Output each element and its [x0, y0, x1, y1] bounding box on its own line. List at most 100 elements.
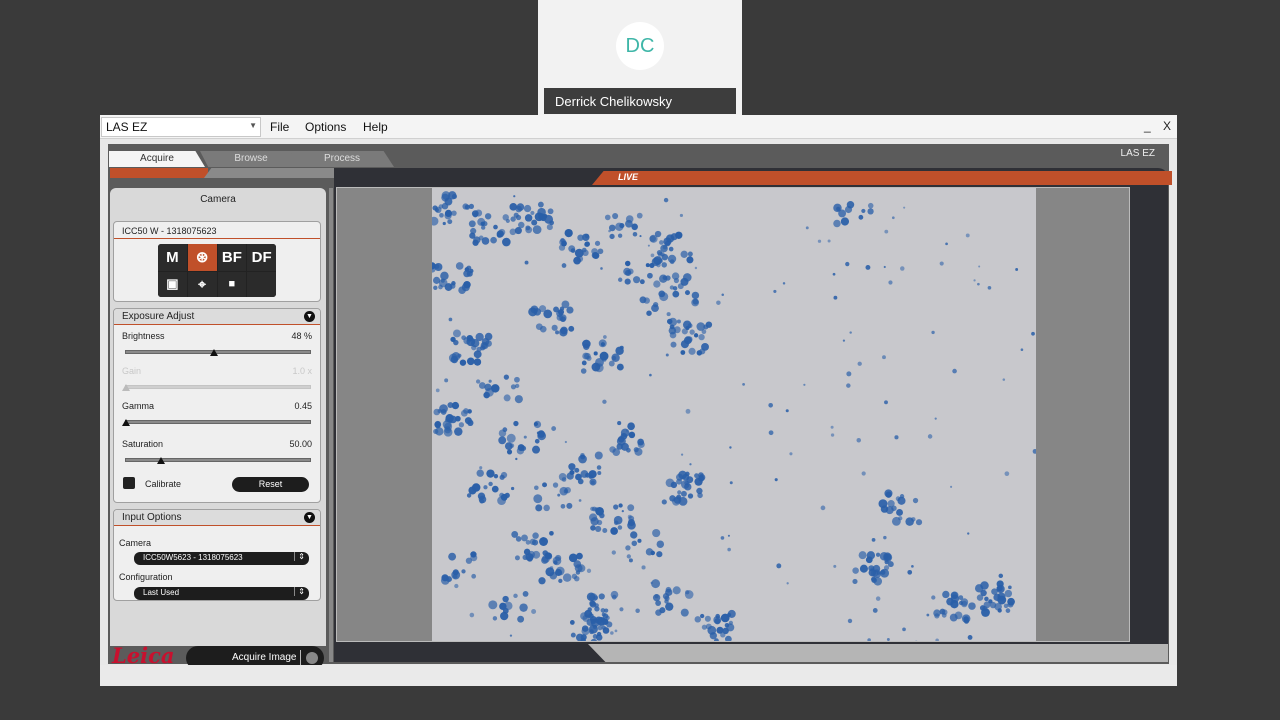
live-view[interactable]	[336, 187, 1130, 642]
minimize-button[interactable]: _	[1144, 119, 1151, 133]
stain-dot	[845, 261, 850, 267]
exposure-adjust-header[interactable]: Exposure Adjust ▼	[114, 309, 320, 325]
stain-dot	[680, 453, 684, 456]
saturation-slider[interactable]	[125, 458, 311, 462]
stain-dot	[980, 581, 989, 590]
stain-dot	[592, 252, 600, 259]
menu-file[interactable]: File	[270, 120, 289, 134]
stain-dot	[716, 300, 721, 305]
stain-dot	[612, 213, 619, 220]
stain-dot	[534, 438, 540, 444]
mode-m-button[interactable]: M	[158, 244, 187, 271]
stain-dot	[891, 516, 901, 526]
stain-dot	[789, 452, 793, 456]
tab-acquire[interactable]: Acquire	[109, 151, 205, 167]
stain-dot	[977, 282, 980, 286]
stain-dot	[498, 436, 507, 445]
mode-bf-button[interactable]: BF	[217, 244, 247, 271]
stain-dot	[915, 519, 923, 526]
stain-dot	[989, 601, 997, 609]
reset-button[interactable]: Reset	[232, 477, 309, 492]
panel-splitter[interactable]	[329, 188, 333, 662]
stain-dot	[773, 289, 777, 294]
stain-dot	[564, 440, 567, 444]
saturation-label: Saturation	[122, 439, 164, 449]
stain-dot	[559, 306, 565, 311]
gamma-slider[interactable]	[125, 420, 311, 424]
stain-dot	[580, 454, 586, 460]
collapse-icon[interactable]: ▼	[304, 311, 315, 322]
menu-options[interactable]: Options	[305, 120, 346, 134]
mode-df-button[interactable]: DF	[247, 244, 276, 271]
stain-dot	[639, 279, 645, 285]
stain-dot	[471, 573, 477, 579]
stain-dot	[626, 554, 631, 559]
stain-dot	[669, 259, 675, 265]
stain-dot	[468, 220, 476, 228]
stain-dot	[613, 504, 619, 510]
stain-dot	[713, 616, 722, 624]
saturation-slider-thumb[interactable]	[157, 457, 165, 464]
stain-dot	[521, 534, 528, 542]
stain-dot	[564, 228, 573, 238]
brightness-value: 48 %	[291, 331, 312, 341]
stain-dot	[685, 471, 690, 477]
stain-dot	[685, 325, 690, 331]
stain-dot	[491, 485, 499, 493]
stain-dot	[569, 620, 575, 625]
stain-dot	[576, 552, 583, 560]
aperture-button[interactable]: ⊛	[187, 244, 217, 271]
stain-dot	[524, 260, 529, 265]
stain-dot	[686, 256, 694, 264]
stain-dot	[867, 202, 874, 209]
stain-dot	[471, 344, 477, 351]
stain-dot	[934, 613, 940, 619]
stain-dot	[485, 340, 492, 347]
gamma-slider-thumb[interactable]	[122, 419, 130, 426]
stain-dot	[907, 569, 913, 575]
stain-dot	[616, 363, 624, 371]
stain-dot	[696, 487, 703, 495]
stain-dot	[693, 333, 699, 338]
tab-browse[interactable]: Browse	[200, 151, 302, 167]
camera-select-value: ICC50W5623 - 1318075623	[143, 553, 243, 562]
stain-dot	[441, 202, 449, 210]
stain-dot	[997, 608, 1002, 613]
app-select[interactable]: LAS EZ ▼	[101, 117, 261, 137]
stain-dot	[665, 602, 674, 611]
stain-dot	[677, 490, 682, 495]
calibrate-checkbox[interactable]	[123, 477, 135, 489]
stain-dot	[513, 593, 518, 599]
close-button[interactable]: X	[1163, 119, 1171, 133]
menu-help[interactable]: Help	[363, 120, 388, 134]
stain-dot	[720, 613, 730, 623]
stain-dot	[662, 593, 670, 600]
stain-dot	[500, 493, 508, 501]
stain-dot	[500, 611, 509, 621]
stain-dot	[785, 409, 789, 413]
stain-dot	[568, 463, 576, 471]
input-options-header[interactable]: Input Options ▼	[114, 510, 320, 526]
configuration-select[interactable]: Last Used ⇕	[134, 587, 309, 600]
stain-dot	[509, 202, 518, 211]
stain-dot	[611, 550, 616, 555]
stain-dot	[1007, 597, 1015, 606]
stain-dot	[533, 421, 539, 427]
crosshair-icon[interactable]: ⌖	[187, 271, 217, 297]
brand-label: LAS EZ	[1120, 148, 1155, 159]
stain-dot	[582, 233, 590, 242]
stain-dot	[490, 236, 497, 244]
collapse-icon[interactable]: ▼	[304, 512, 315, 523]
video-camera-icon[interactable]: ■	[217, 271, 247, 297]
exposure-icon[interactable]: ▣	[158, 271, 187, 297]
exposure-adjust-title: Exposure Adjust	[122, 311, 195, 322]
stain-dot	[589, 513, 598, 522]
menubar: LAS EZ ▼ File Options Help _ X	[100, 115, 1177, 139]
brightness-slider-thumb[interactable]	[210, 349, 219, 356]
stain-dot	[590, 525, 596, 531]
stain-dot	[958, 595, 964, 600]
stain-dot	[931, 595, 936, 600]
tab-process[interactable]: Process	[290, 151, 394, 167]
camera-select[interactable]: ICC50W5623 - 1318075623 ⇕	[134, 552, 309, 565]
stain-dot	[545, 553, 553, 560]
